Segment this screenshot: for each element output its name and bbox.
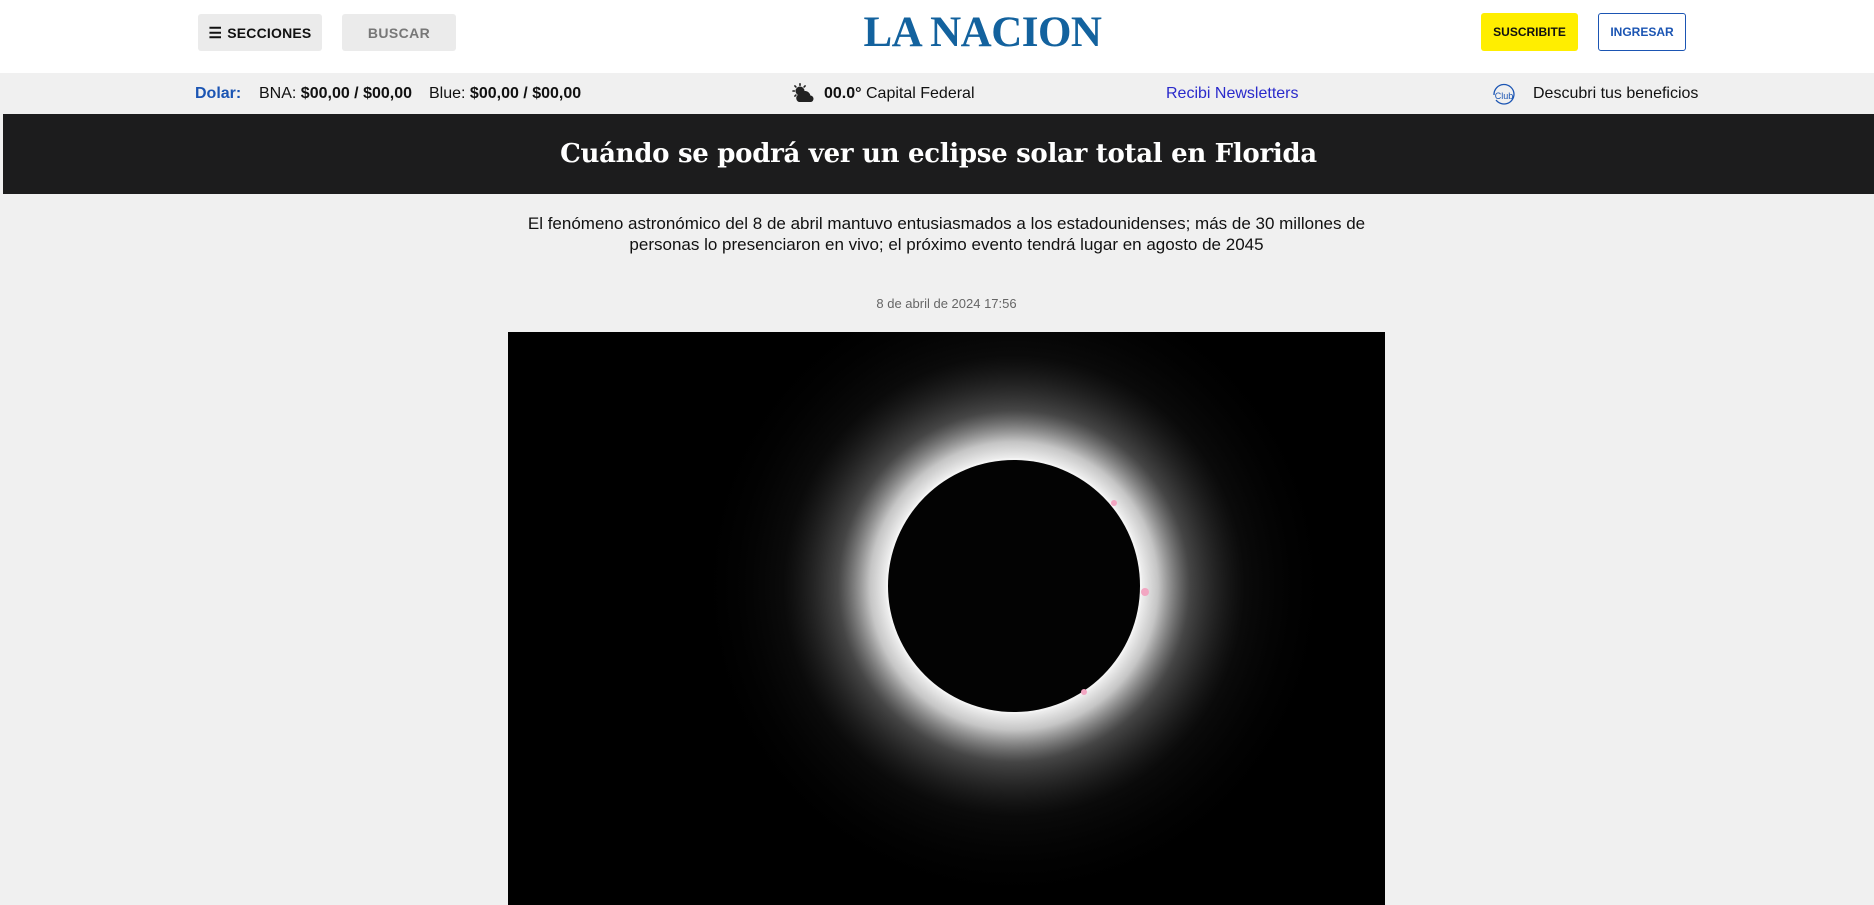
- eclipse-image: [508, 332, 1385, 905]
- club-icon[interactable]: Club: [1490, 82, 1518, 106]
- svg-text:Club: Club: [1495, 91, 1514, 101]
- bna-quote: BNA: $00,00 / $00,00: [259, 85, 412, 103]
- weather-city: Capital Federal: [866, 85, 975, 102]
- article-date: 8 de abril de 2024 17:56: [876, 296, 1017, 311]
- blue-label: Blue:: [429, 85, 466, 102]
- article-photo-eclipse: [508, 332, 1385, 905]
- bna-value: $00,00 / $00,00: [300, 85, 413, 102]
- site-header: ☰ SECCIONES BUSCAR LA NACION SUSCRIBITE …: [0, 0, 1874, 73]
- partly-cloudy-icon: [792, 83, 814, 102]
- info-bar: Dolar: BNA: $00,00 / $00,00 Blue: $00,00…: [3, 73, 1874, 114]
- hamburger-icon: ☰: [208, 24, 223, 42]
- subscribe-label: SUSCRIBITE: [1493, 25, 1566, 39]
- article-title: Cuándo se podrá ver un eclipse solar tot…: [560, 139, 1317, 169]
- temperature: 00.0°: [824, 85, 862, 102]
- bna-label: BNA:: [259, 85, 297, 102]
- article-title-banner: Cuándo se podrá ver un eclipse solar tot…: [3, 114, 1874, 194]
- newsletters-link[interactable]: Recibi Newsletters: [1166, 85, 1298, 103]
- login-label: INGRESAR: [1610, 25, 1674, 39]
- blue-value: $00,00 / $00,00: [469, 85, 582, 102]
- sections-menu-label: SECCIONES: [227, 24, 312, 41]
- login-button[interactable]: INGRESAR: [1598, 13, 1686, 51]
- benefits-link[interactable]: Descubri tus beneficios: [1533, 85, 1698, 103]
- search-label: BUSCAR: [367, 24, 431, 41]
- article-subtitle: El fenómeno astronómico del 8 de abril m…: [527, 214, 1366, 254]
- sections-menu-button[interactable]: ☰ SECCIONES: [198, 14, 322, 51]
- site-logo[interactable]: LA NACION: [800, 6, 1165, 60]
- subscribe-button[interactable]: SUSCRIBITE: [1481, 13, 1578, 51]
- blue-quote: Blue: $00,00 / $00,00: [429, 85, 581, 103]
- search-button[interactable]: BUSCAR: [342, 14, 456, 51]
- dolar-label[interactable]: Dolar:: [195, 85, 241, 103]
